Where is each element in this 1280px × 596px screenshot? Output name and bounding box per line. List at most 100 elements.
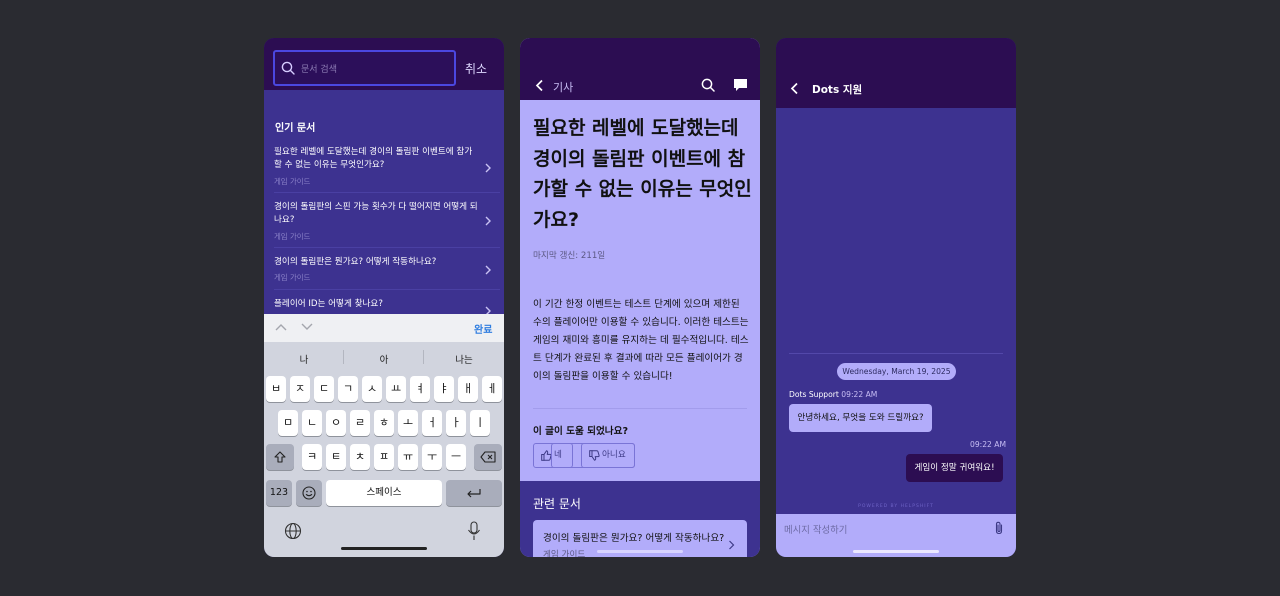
suggestion-divider [423, 350, 424, 364]
key[interactable]: ㅑ [434, 376, 454, 402]
key[interactable]: ㅗ [398, 410, 418, 436]
korean-keyboard: 나 아 나는 ㅂ ㅈ ㄷ ㄱ ㅅ ㅛ ㅕ ㅑ ㅐ ㅔ ㅁ ㄴ ㅇ ㄹ ㅎ ㅗ ㅓ… [264, 342, 504, 557]
article-title: 플레이어 ID는 어떻게 찾나요? [274, 299, 383, 309]
article-category: 게임 가이드 [274, 273, 311, 282]
search-header: 문서 검색 취소 [264, 38, 504, 90]
microphone-icon[interactable] [467, 521, 481, 541]
article-title: 필요한 레벨에 도달했는데 경이의 돌림판 이벤트에 참가할 수 없는 이유는 … [274, 147, 473, 170]
key[interactable]: ㅣ [470, 410, 490, 436]
key[interactable]: ㅋ [302, 444, 322, 470]
chat-header: Dots 지원 [776, 38, 1016, 108]
key[interactable]: ㅕ [410, 376, 430, 402]
chat-title: Dots 지원 [812, 84, 863, 96]
search-screen: 문서 검색 취소 인기 문서 필요한 레벨에 도달했는데 경이의 돌림판 이벤트… [264, 38, 504, 557]
search-icon[interactable] [701, 78, 715, 92]
home-indicator [341, 547, 427, 550]
done-button[interactable]: 완료 [474, 321, 492, 336]
sender-name: Dots Support [789, 390, 839, 399]
article-title: 경이의 돌림판은 뭔가요? 어떻게 작동하나요? [274, 257, 437, 267]
divider [274, 289, 500, 290]
emoji-key[interactable] [296, 480, 322, 506]
chevron-right-icon [484, 264, 492, 276]
popular-article-item[interactable]: 경이의 돌림판의 스핀 가능 횟수가 다 떨어지면 어떻게 되나요? 게임 가이… [264, 201, 504, 248]
key[interactable]: ㄴ [302, 410, 322, 436]
space-key[interactable]: 스페이스 [326, 480, 442, 506]
key[interactable]: ㅍ [374, 444, 394, 470]
key[interactable]: ㄷ [314, 376, 334, 402]
chevron-up-icon[interactable] [274, 322, 288, 332]
header-label: 기사 [553, 81, 574, 94]
globe-icon[interactable] [284, 522, 302, 540]
key[interactable]: ㅠ [398, 444, 418, 470]
cancel-button[interactable]: 취소 [465, 60, 487, 77]
chat-screen: Dots 지원 Wednesday, March 19, 2025 Dots S… [776, 38, 1016, 557]
user-message-bubble: 게임이 정말 귀여워요! [906, 454, 1003, 482]
key[interactable]: ㅛ [386, 376, 406, 402]
key[interactable]: ㅏ [446, 410, 466, 436]
back-chevron-icon[interactable] [535, 79, 544, 92]
key[interactable]: ㅂ [266, 376, 286, 402]
related-title: 관련 문서 [533, 497, 581, 511]
suggestion-1[interactable]: 나 [265, 352, 343, 366]
key[interactable]: ㄱ [338, 376, 358, 402]
article-last-updated: 마지막 갱신: 211일 [533, 251, 606, 261]
helpful-no-label: 아니요 [602, 450, 626, 460]
key[interactable]: ㄹ [350, 410, 370, 436]
article-category: 게임 가이드 [274, 232, 311, 241]
return-key[interactable] [446, 480, 502, 506]
emoji-icon [302, 486, 316, 500]
backspace-key[interactable] [474, 444, 502, 470]
popular-article-item[interactable]: 플레이어 ID는 어떻게 찾나요? [264, 298, 504, 316]
key[interactable]: ㅁ [278, 410, 298, 436]
date-divider-line [789, 353, 1003, 354]
search-icon [281, 61, 295, 75]
related-article-title: 경이의 돌림판은 뭔가요? 어떻게 작동하나요? [543, 533, 725, 544]
key[interactable]: ㅡ [446, 444, 466, 470]
popular-article-item[interactable]: 필요한 레벨에 도달했는데 경이의 돌림판 이벤트에 참가할 수 없는 이유는 … [264, 146, 504, 193]
key[interactable]: ㅜ [422, 444, 442, 470]
chevron-right-icon [484, 162, 492, 174]
chevron-right-icon [728, 540, 735, 550]
date-divider: Wednesday, March 19, 2025 [837, 363, 956, 380]
shift-key[interactable] [266, 444, 294, 470]
search-placeholder: 문서 검색 [301, 65, 337, 75]
key[interactable]: ㅐ [458, 376, 478, 402]
home-indicator [597, 550, 683, 553]
key[interactable]: ㅇ [326, 410, 346, 436]
key[interactable]: ㅎ [374, 410, 394, 436]
article-header: 기사 [520, 38, 760, 100]
message-time: 09:22 AM [841, 390, 878, 399]
article-title: 경이의 돌림판의 스핀 가능 횟수가 다 떨어지면 어떻게 되나요? [274, 202, 478, 225]
popular-articles-title: 인기 문서 [275, 123, 316, 134]
popular-article-item[interactable]: 경이의 돌림판은 뭔가요? 어떻게 작동하나요? 게임 가이드 [264, 256, 504, 290]
divider [274, 192, 500, 193]
suggestion-3[interactable]: 나는 [425, 352, 503, 366]
article-screen: 기사 필요한 레벨에 도달했는데 경이의 돌림판 이벤트에 참가할 수 없는 이… [520, 38, 760, 557]
numbers-key[interactable]: 123 [266, 480, 292, 506]
key[interactable]: ㅌ [326, 444, 346, 470]
suggestion-divider [343, 350, 344, 364]
message-composer[interactable]: 메시지 작성하기 [776, 514, 1016, 557]
message-sender: Dots Support 09:22 AM [789, 390, 877, 399]
powered-by-label: POWERED BY HELPSHIFT [858, 504, 934, 509]
chevron-down-icon[interactable] [300, 322, 314, 332]
key[interactable]: ㅊ [350, 444, 370, 470]
chat-icon[interactable] [733, 78, 748, 92]
article-title: 필요한 레벨에 도달했는데 경이의 돌림판 이벤트에 참가할 수 없는 이유는 … [533, 117, 752, 231]
key[interactable]: ㅈ [290, 376, 310, 402]
composer-placeholder: 메시지 작성하기 [784, 525, 848, 536]
article-category: 게임 가이드 [274, 177, 311, 186]
agent-message-bubble: 안녕하세요, 무엇을 도와 드릴까요? [789, 404, 932, 432]
key[interactable]: ㅅ [362, 376, 382, 402]
home-indicator [853, 550, 939, 553]
suggestion-2[interactable]: 아 [345, 352, 423, 366]
backspace-icon [480, 451, 496, 463]
attachment-icon[interactable] [994, 521, 1004, 535]
helpful-no-button[interactable]: 아니요 [581, 443, 635, 468]
key[interactable]: ㅓ [422, 410, 442, 436]
back-chevron-icon[interactable] [790, 82, 799, 95]
divider [533, 408, 747, 409]
divider [274, 247, 500, 248]
search-input[interactable]: 문서 검색 [273, 50, 456, 86]
key[interactable]: ㅔ [482, 376, 502, 402]
